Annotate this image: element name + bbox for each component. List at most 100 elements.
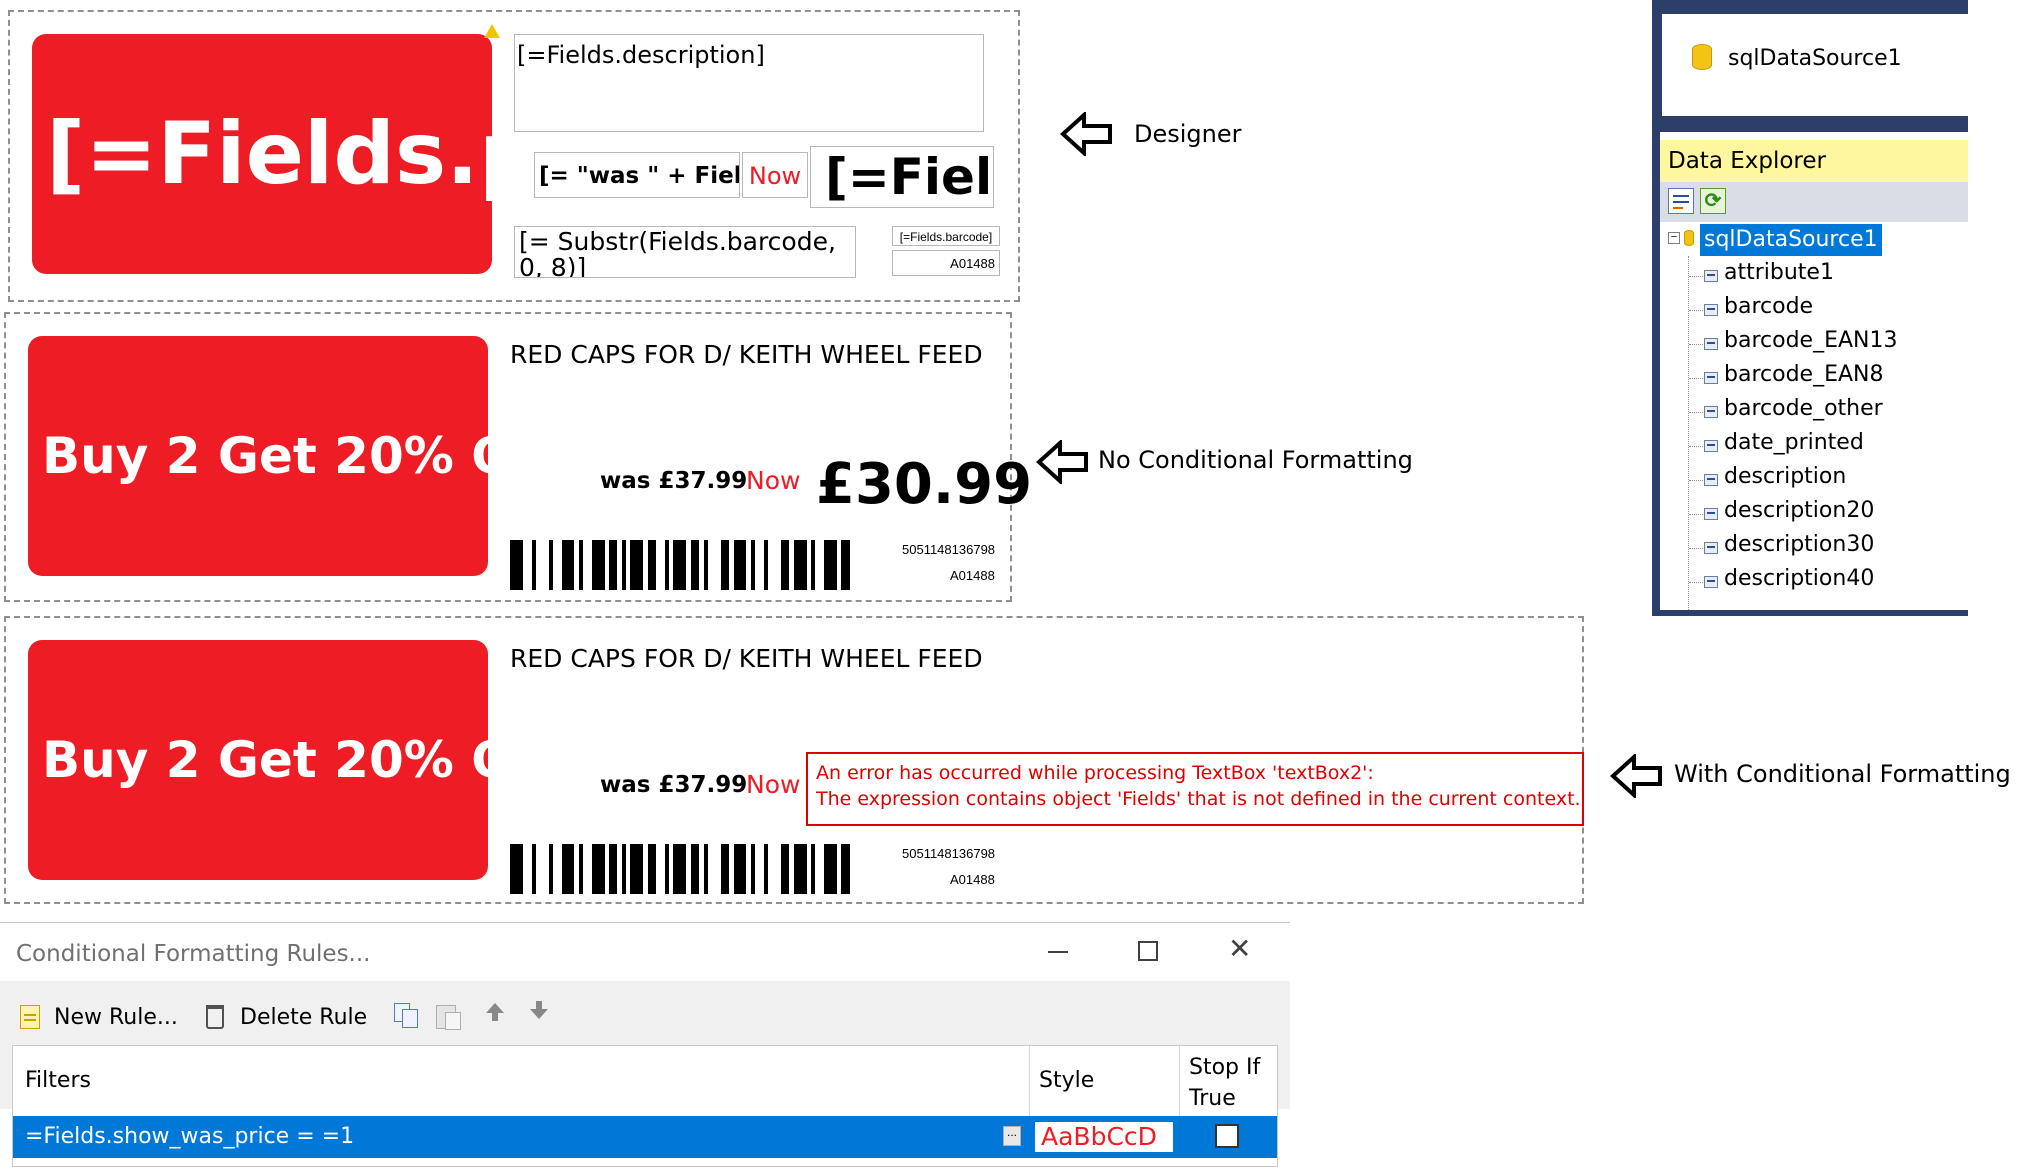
field-node[interactable]: barcode xyxy=(1724,294,1813,319)
refresh-icon[interactable]: ⟳ xyxy=(1700,188,1726,214)
move-up-icon[interactable] xyxy=(486,1003,504,1013)
minimize-icon[interactable] xyxy=(1048,951,1068,953)
barcode-field-textbox[interactable]: [=Fields.barcode] xyxy=(892,226,1000,246)
barcode-bar xyxy=(608,540,618,590)
tree-connector xyxy=(1689,412,1703,413)
error-line-1: An error has occurred while processing T… xyxy=(816,762,1374,784)
barcode-bar xyxy=(841,844,850,894)
barcode-number: 5051148136798 xyxy=(902,542,996,557)
barcode-bar xyxy=(561,844,575,894)
product-code: A01488 xyxy=(950,568,995,583)
field-node[interactable]: date_printed xyxy=(1724,430,1864,455)
move-down-icon[interactable] xyxy=(530,1009,548,1019)
now-label: Now xyxy=(748,162,802,190)
barcode-bar xyxy=(733,844,747,894)
warning-icon xyxy=(484,24,500,38)
barcode-bar xyxy=(793,540,807,590)
promo-text: Buy 2 Get 20% Off xyxy=(42,427,488,485)
barcode-bar xyxy=(510,844,523,894)
datasource-component[interactable]: sqlDataSource1 xyxy=(1728,46,1902,71)
barcode-bar xyxy=(750,844,756,894)
barcode-bar xyxy=(531,844,536,894)
promo-banner: Buy 2 Get 20% Off xyxy=(28,336,488,576)
rule-filter[interactable]: =Fields.show_was_price = =1 xyxy=(25,1124,354,1149)
left-arrow-icon xyxy=(1036,440,1088,484)
field-node[interactable]: attribute1 xyxy=(1724,260,1834,285)
collapse-icon[interactable]: − xyxy=(1668,232,1680,244)
stop-if-true-column-header[interactable]: Stop If True xyxy=(1189,1052,1260,1114)
tree-connector xyxy=(1689,548,1703,549)
maximize-icon[interactable] xyxy=(1138,941,1158,961)
promo-banner: Buy 2 Get 20% Off xyxy=(28,640,488,880)
barcode-bar xyxy=(823,540,837,590)
field-node[interactable]: description40 xyxy=(1724,566,1874,591)
barcode-bar xyxy=(811,844,816,894)
barcode-bar xyxy=(720,540,730,590)
data-explorer: Data Explorer ⟳ − sqlDataSource1 attribu… xyxy=(1660,132,1968,610)
price-expression: [=Field xyxy=(825,148,993,206)
field-node[interactable]: barcode_EAN8 xyxy=(1724,362,1883,387)
barcode-bar xyxy=(664,844,670,894)
style-column-header[interactable]: Style xyxy=(1039,1068,1094,1093)
barcode-expression: [=Fields.barcode] xyxy=(899,230,993,244)
field-icon xyxy=(1704,372,1718,384)
barcode-bar xyxy=(630,844,644,894)
barcode-bar xyxy=(703,844,708,894)
field-node[interactable]: barcode_EAN13 xyxy=(1724,328,1897,353)
barcode xyxy=(510,844,854,894)
copy-icon[interactable] xyxy=(394,1003,418,1028)
was-price-textbox[interactable]: [= "was " + Fields xyxy=(534,152,740,198)
barcode-bar xyxy=(578,540,584,590)
description-expression: [=Fields.description] xyxy=(517,41,765,69)
now-textbox[interactable]: Now xyxy=(742,152,808,198)
barcode-bar xyxy=(673,844,687,894)
stop-if-header-line1: Stop If xyxy=(1189,1055,1261,1080)
promo-expression: [=Fields.pr xyxy=(46,104,492,204)
was-price: was £37.99 xyxy=(600,468,748,494)
paste-icon[interactable] xyxy=(436,1003,461,1030)
description-textbox[interactable]: [=Fields.description] xyxy=(514,34,984,132)
field-icon xyxy=(1704,338,1718,350)
promo-textbox[interactable]: [=Fields.pr xyxy=(32,34,492,274)
datasource-node[interactable]: sqlDataSource1 xyxy=(1700,224,1882,256)
price-textbox[interactable]: [=Field xyxy=(810,146,994,208)
field-icon xyxy=(1704,270,1718,282)
tree-connector xyxy=(1689,582,1703,583)
code-textbox[interactable]: A01488 xyxy=(892,250,1000,276)
delete-rule-button[interactable]: Delete Rule xyxy=(240,1005,367,1030)
rules-grid: Filters Style Stop If True =Fields.show_… xyxy=(12,1045,1278,1167)
barcode-bar xyxy=(763,844,768,894)
report-components-area: sqlDataSource1 xyxy=(1662,14,1968,116)
barcode-bar xyxy=(561,540,575,590)
barcode-bar xyxy=(647,540,657,590)
product-description: RED CAPS FOR D/ KEITH WHEEL FEED xyxy=(510,340,983,369)
barcode-bar xyxy=(608,844,618,894)
barcode-bar xyxy=(841,540,850,590)
barcode-bar xyxy=(531,540,536,590)
rule-style-preview[interactable]: AaBbCcD xyxy=(1035,1122,1173,1152)
barcode-bar xyxy=(793,844,807,894)
barcode-bar xyxy=(750,540,756,590)
barcode-bar xyxy=(647,844,657,894)
barcode-bar xyxy=(780,844,790,894)
new-rule-button[interactable]: New Rule... xyxy=(54,1005,178,1030)
rule-row[interactable]: =Fields.show_was_price = =1 ... AaBbCcD xyxy=(13,1116,1277,1158)
field-node[interactable]: description30 xyxy=(1724,532,1874,557)
field-icon xyxy=(1704,304,1718,316)
filter-ellipsis-button[interactable]: ... xyxy=(1003,1126,1021,1146)
designer-code: A01488 xyxy=(950,256,995,271)
substr-barcode-textbox[interactable]: [= Substr(Fields.barcode, 0, 8)] xyxy=(514,226,856,278)
barcode-bar xyxy=(664,540,670,590)
filters-column-header[interactable]: Filters xyxy=(25,1068,91,1093)
edit-datasource-icon[interactable] xyxy=(1668,188,1694,214)
tree-connector xyxy=(1689,514,1703,515)
field-node[interactable]: barcode_other xyxy=(1724,396,1883,421)
field-node[interactable]: description xyxy=(1724,464,1846,489)
move-down-stem xyxy=(536,1001,542,1009)
tree-connector xyxy=(1689,344,1703,345)
barcode-bar xyxy=(763,540,768,590)
field-node[interactable]: description20 xyxy=(1724,498,1874,523)
error-message-box: An error has occurred while processing T… xyxy=(806,752,1584,826)
stop-if-true-checkbox[interactable] xyxy=(1215,1124,1239,1148)
close-icon[interactable]: ✕ xyxy=(1228,935,1251,963)
